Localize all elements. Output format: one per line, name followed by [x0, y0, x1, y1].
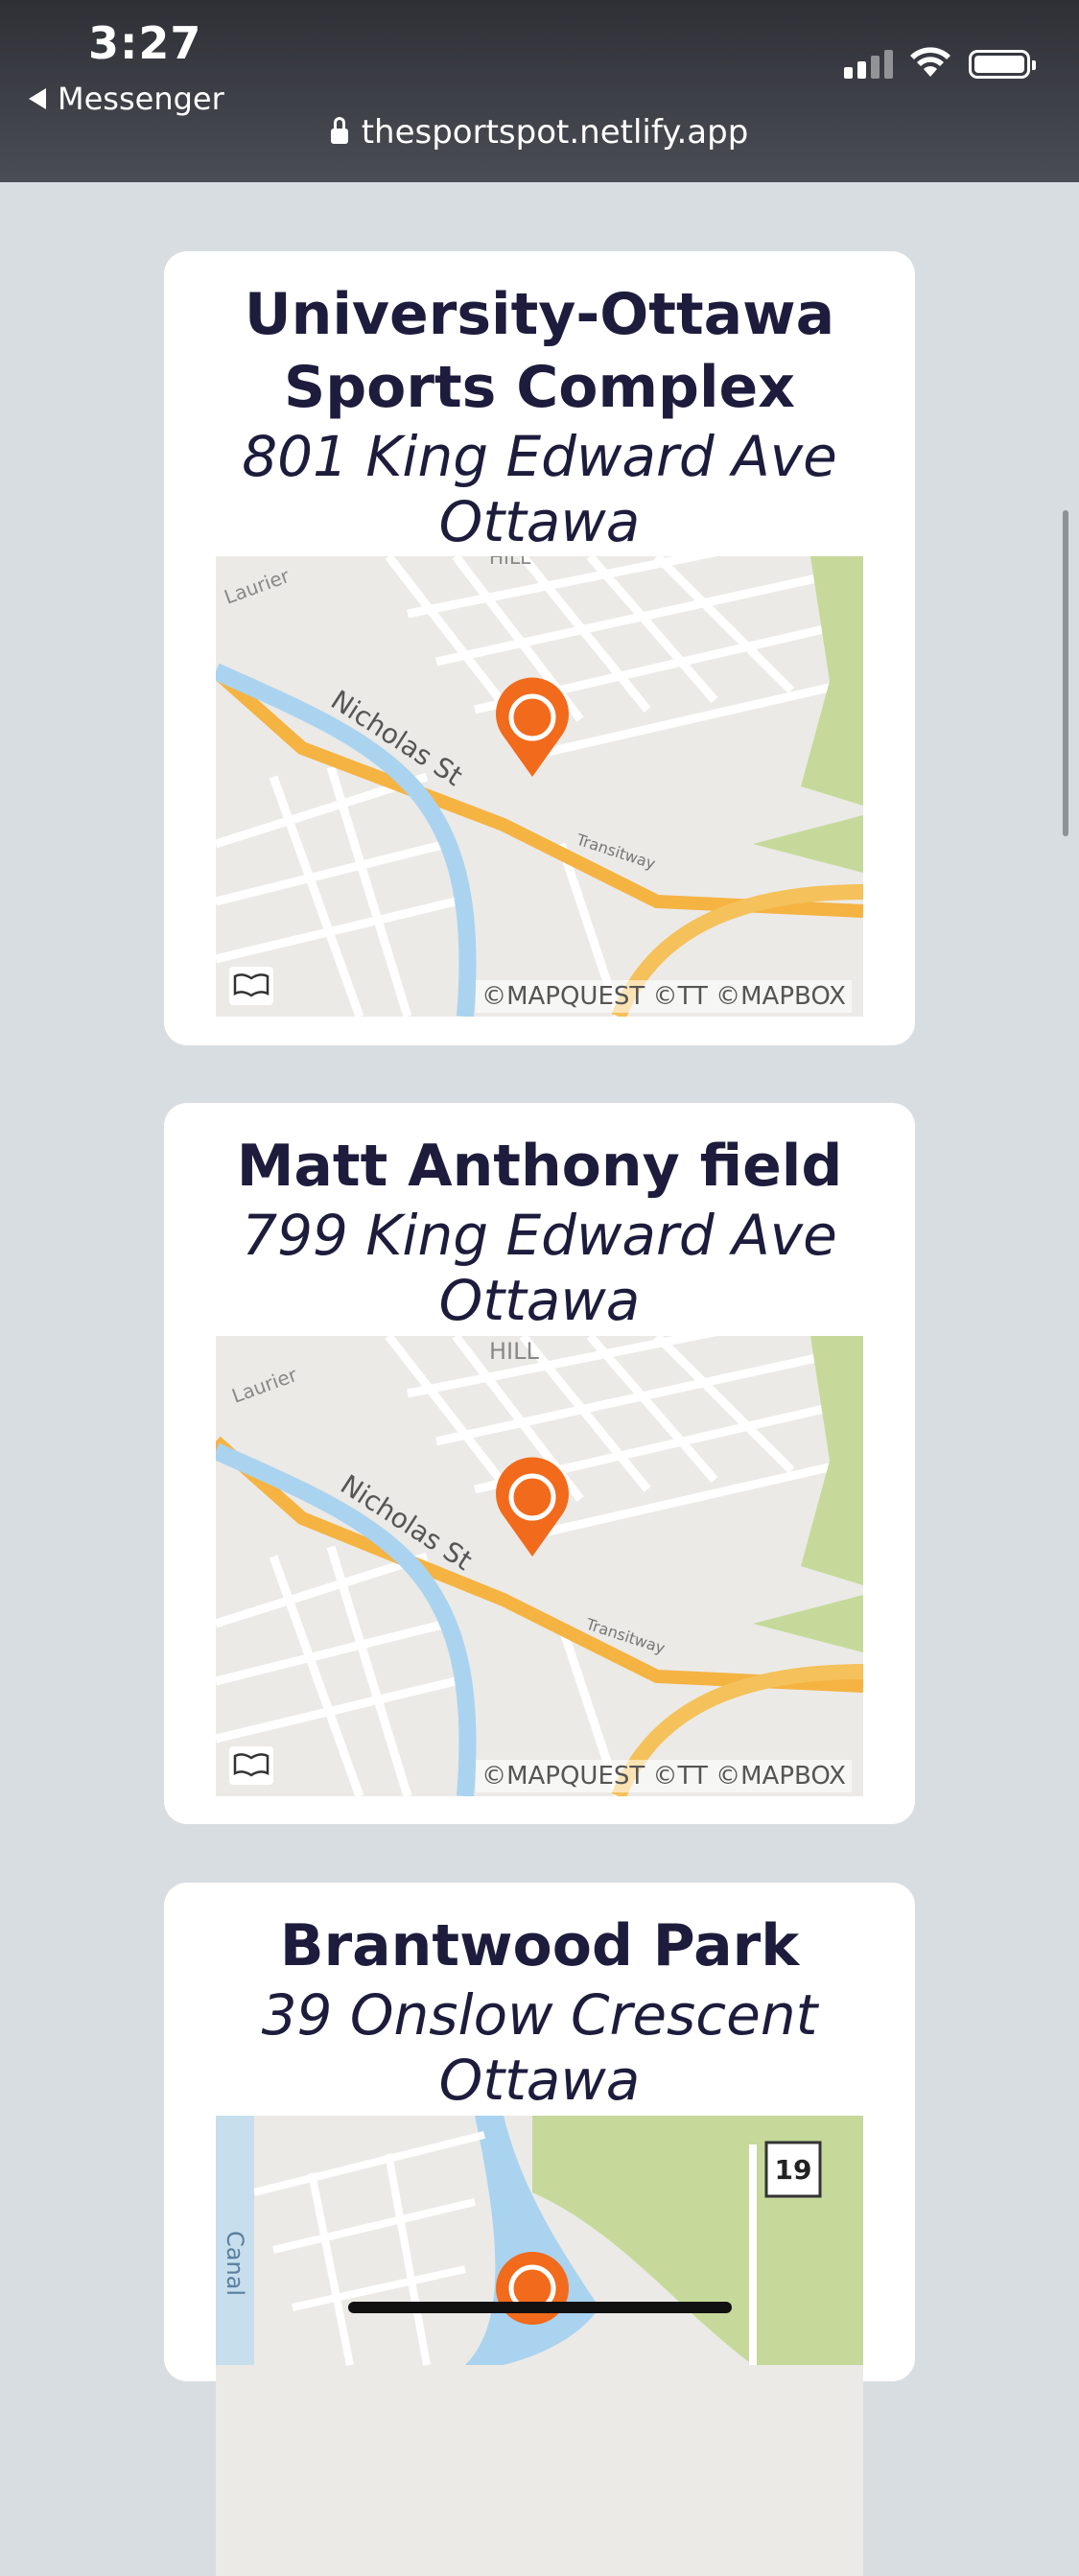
- browser-status-bar: 3:27 Messenger thesportspot.netlify.app: [0, 0, 1079, 182]
- venue-map[interactable]: Nicholas St Laurier HILL Transitway ©MAP…: [216, 1336, 863, 1796]
- venue-address: 801 King Edward Ave Ottawa: [164, 424, 915, 554]
- scrollbar[interactable]: [1063, 510, 1068, 836]
- map-canal-label: Canal: [222, 2231, 248, 2296]
- address-street: 799 King Edward Ave: [242, 1203, 837, 1268]
- map-legend-book-icon[interactable]: [229, 967, 273, 1005]
- cellular-signal-icon: [844, 50, 893, 79]
- venue-address: 799 King Edward Ave Ottawa: [164, 1203, 915, 1333]
- map-legend-book-icon[interactable]: [229, 1746, 273, 1785]
- venue-card[interactable]: University-Ottawa Sports Complex 801 Kin…: [164, 251, 915, 1045]
- address-city: Ottawa: [438, 1268, 641, 1333]
- map-attribution: ©MAPQUEST ©TT ©MAPBOX: [476, 1760, 852, 1792]
- venue-address: 39 Onslow Crescent Ottawa: [164, 1982, 915, 2113]
- route-shield-icon: 19: [764, 2141, 822, 2198]
- wifi-icon: [910, 47, 950, 77]
- venue-card[interactable]: Matt Anthony field 799 King Edward Ave O…: [164, 1103, 915, 1824]
- venue-map[interactable]: Canal 19: [216, 2116, 863, 2576]
- address-city: Ottawa: [438, 2048, 641, 2113]
- venue-name: Brantwood Park: [279, 1912, 800, 1979]
- back-to-app-button[interactable]: Messenger: [29, 81, 224, 117]
- map-attribution: ©MAPQUEST ©TT ©MAPBOX: [476, 980, 852, 1013]
- home-indicator[interactable]: [348, 2302, 732, 2313]
- url-text: thesportspot.netlify.app: [361, 113, 749, 152]
- venue-name-line-2: Sports Complex: [284, 354, 795, 421]
- map-district-label: HILL: [489, 556, 531, 569]
- back-arrow-icon: [29, 88, 46, 109]
- lock-icon: [330, 117, 348, 144]
- address-street: 801 King Edward Ave: [242, 424, 837, 489]
- map-district-label: HILL: [489, 1338, 539, 1365]
- battery-icon: [969, 50, 1036, 79]
- venue-name: Matt Anthony field: [236, 1133, 843, 1200]
- venue-name-line-1: University-Ottawa: [244, 281, 835, 348]
- clock: 3:27: [88, 17, 202, 69]
- map-marker-icon: [496, 2252, 569, 2325]
- address-bar[interactable]: thesportspot.netlify.app: [0, 113, 1079, 152]
- route-shield-number: 19: [775, 2154, 812, 2186]
- venue-name: University-Ottawa Sports Complex: [164, 251, 915, 424]
- address-street: 39 Onslow Crescent: [261, 1982, 818, 2048]
- venue-map[interactable]: Nicholas St Laurier HILL Transitway ©MAP…: [216, 556, 863, 1017]
- address-city: Ottawa: [438, 489, 641, 554]
- back-app-label: Messenger: [58, 81, 224, 117]
